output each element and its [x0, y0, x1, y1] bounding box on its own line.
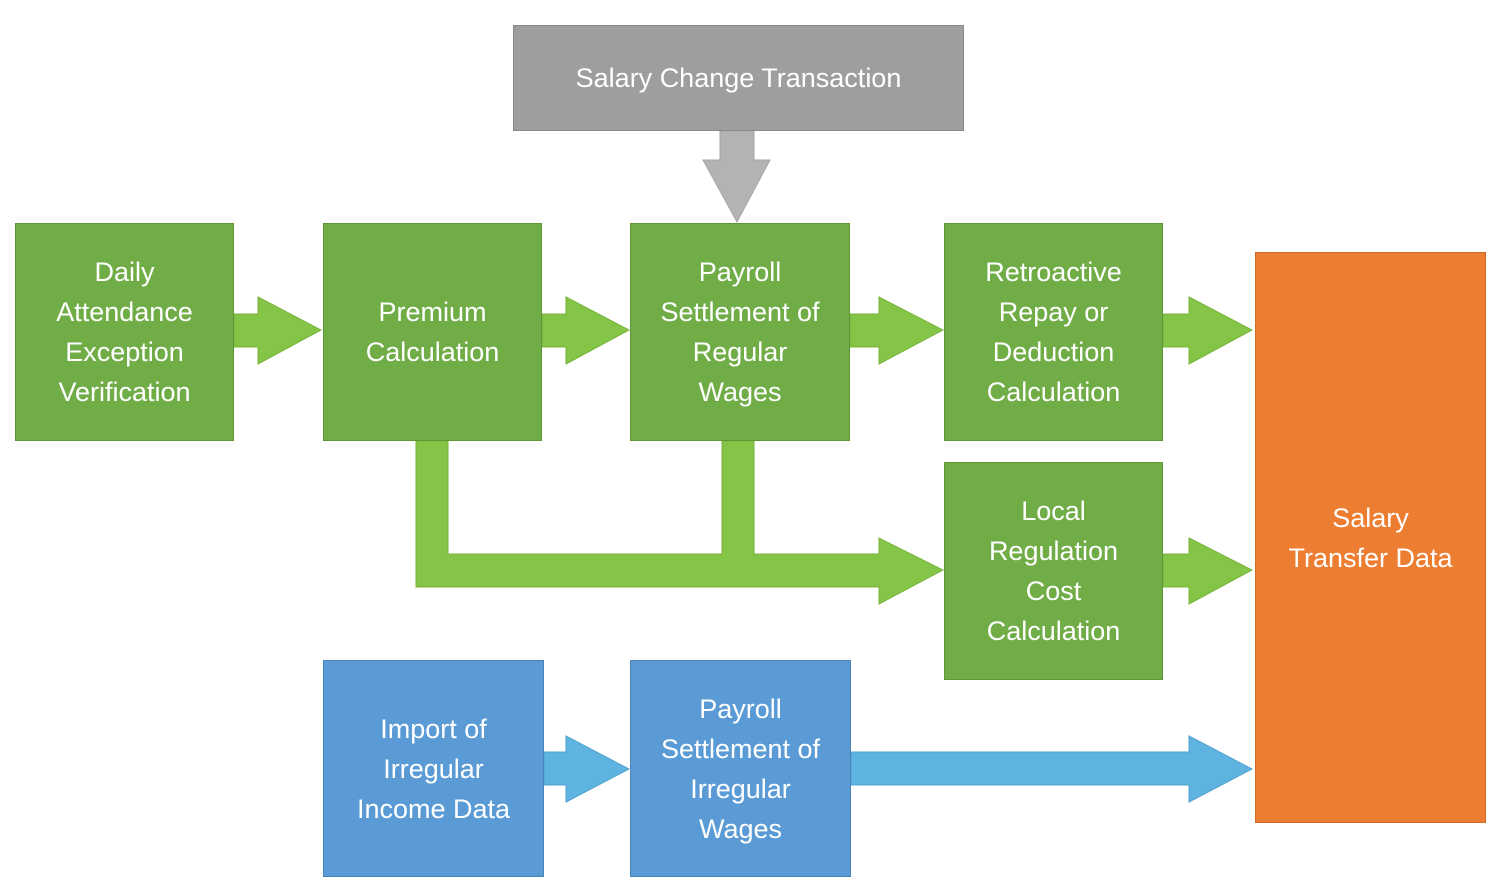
arrow-payroll-regular-to-retroactive: [849, 296, 945, 365]
node-payroll-regular: Payroll Settlement of Regular Wages: [630, 223, 850, 441]
arrow-branch-to-local-regulation: [415, 440, 945, 605]
node-import-irregular: Import of Irregular Income Data: [323, 660, 544, 877]
arrow-daily-to-premium: [233, 296, 323, 365]
arrow-payroll-irregular-to-salary-transfer: [850, 735, 1254, 803]
node-salary-transfer-data: Salary Transfer Data: [1255, 252, 1486, 823]
arrow-salary-change-to-payroll-regular: [702, 130, 771, 224]
node-daily-attendance: Daily Attendance Exception Verification: [15, 223, 234, 441]
node-retroactive: Retroactive Repay or Deduction Calculati…: [944, 223, 1163, 441]
node-premium-calculation: Premium Calculation: [323, 223, 542, 441]
node-local-regulation: Local Regulation Cost Calculation: [944, 462, 1163, 680]
arrow-retroactive-to-salary-transfer: [1162, 296, 1254, 365]
arrow-local-regulation-to-salary-transfer: [1162, 537, 1254, 605]
arrow-import-to-payroll-irregular: [543, 735, 631, 803]
node-salary-change-transaction: Salary Change Transaction: [513, 25, 964, 131]
node-payroll-irregular: Payroll Settlement of Irregular Wages: [630, 660, 851, 877]
arrow-premium-to-payroll-regular: [541, 296, 631, 365]
